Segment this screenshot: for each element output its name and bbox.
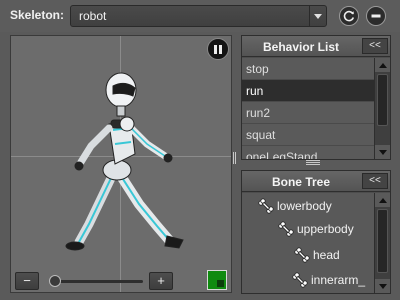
bone-icon xyxy=(278,221,294,237)
skeleton-viewport[interactable]: − + xyxy=(10,35,232,293)
behavior-scrollbar[interactable] xyxy=(374,58,390,159)
list-item[interactable]: run2 xyxy=(242,102,374,124)
bone-tree: lowerbody upperbody head innerarm_ xyxy=(242,193,374,293)
bone-tree-title: Bone Tree xyxy=(271,175,331,189)
pause-button[interactable] xyxy=(207,38,229,60)
bone-icon xyxy=(294,247,310,263)
vertical-splitter[interactable] xyxy=(233,152,237,170)
bone-tree-header: Bone Tree << xyxy=(242,171,390,192)
bone-tree-scrollbar[interactable] xyxy=(374,193,390,293)
tree-item[interactable]: head xyxy=(294,246,340,264)
zoom-slider-track[interactable] xyxy=(51,280,143,283)
tree-item[interactable]: lowerbody xyxy=(258,197,332,215)
skeleton-selected-value: robot xyxy=(79,9,107,23)
list-item[interactable]: run xyxy=(242,80,374,102)
skeleton-label: Skeleton: xyxy=(10,8,65,22)
behavior-list: stop run run2 squat oneLegStand xyxy=(242,58,374,159)
tree-item-label: head xyxy=(313,248,340,262)
stop-circle-icon xyxy=(371,14,381,18)
top-bar: Skeleton: robot xyxy=(0,0,400,32)
robot-figure xyxy=(65,72,184,251)
behavior-list-panel: Behavior List << stop run run2 squat one… xyxy=(241,35,391,160)
zoom-slider-handle[interactable] xyxy=(49,275,61,287)
behavior-list-header: Behavior List << xyxy=(242,36,390,57)
zoom-in-button[interactable]: + xyxy=(149,272,173,290)
chevron-down-icon[interactable] xyxy=(309,6,326,26)
bone-icon xyxy=(292,272,308,288)
list-item[interactable]: oneLegStand xyxy=(242,146,374,159)
stop-button[interactable] xyxy=(366,6,386,26)
refresh-icon xyxy=(343,10,355,22)
scroll-up-icon[interactable] xyxy=(375,193,390,207)
behavior-collapse-button[interactable]: << xyxy=(362,38,388,54)
list-item[interactable]: stop xyxy=(242,58,374,80)
zoom-out-button[interactable]: − xyxy=(15,272,39,290)
scroll-up-icon[interactable] xyxy=(375,58,390,72)
bone-tree-panel: Bone Tree << lowerbody upperbody head in… xyxy=(241,170,391,294)
scroll-down-icon[interactable] xyxy=(375,279,390,293)
pause-icon xyxy=(214,44,217,54)
behavior-list-title: Behavior List xyxy=(262,40,340,54)
tree-item-label: lowerbody xyxy=(277,199,332,213)
bone-icon xyxy=(258,198,274,214)
green-toggle-button[interactable] xyxy=(207,270,227,290)
list-item[interactable]: squat xyxy=(242,124,374,146)
horizontal-splitter[interactable] xyxy=(306,160,320,166)
bone-collapse-button[interactable]: << xyxy=(362,173,388,189)
refresh-button[interactable] xyxy=(339,6,359,26)
scroll-down-icon[interactable] xyxy=(375,145,390,159)
tree-item-label: innerarm_ xyxy=(311,273,366,287)
scroll-thumb[interactable] xyxy=(377,74,388,126)
skeleton-select[interactable]: robot xyxy=(70,5,327,27)
tree-item[interactable]: upperbody xyxy=(278,220,354,238)
tree-item-label: upperbody xyxy=(297,222,354,236)
scroll-thumb[interactable] xyxy=(377,209,388,273)
tree-item[interactable]: innerarm_ xyxy=(292,271,365,289)
